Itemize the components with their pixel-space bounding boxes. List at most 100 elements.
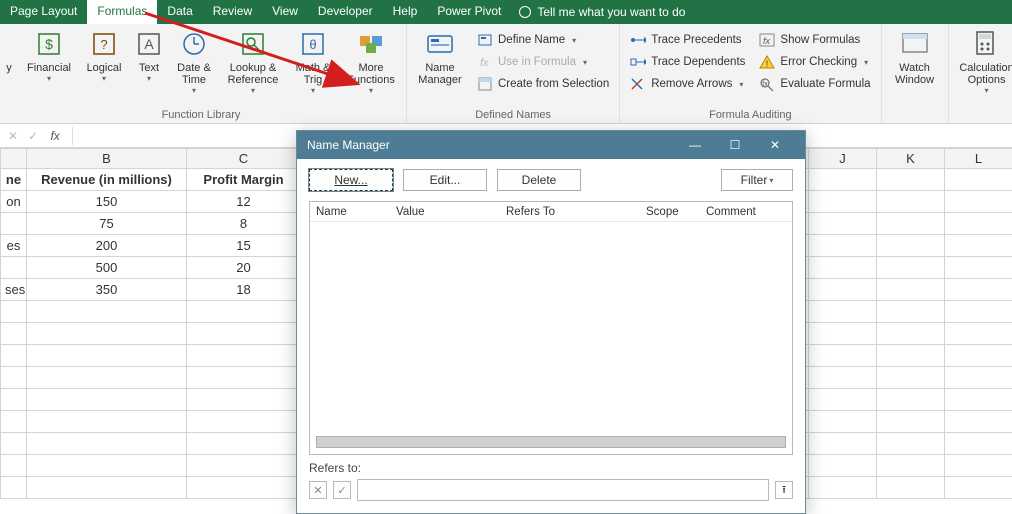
cell[interactable] <box>1 213 27 235</box>
cell[interactable] <box>945 257 1012 279</box>
col-refers[interactable]: Refers To <box>500 206 640 218</box>
tab-developer[interactable]: Developer <box>308 0 383 24</box>
remove-arrows-button[interactable]: Remove Arrows ▾ <box>626 74 749 94</box>
delete-button[interactable]: Delete <box>497 169 581 191</box>
tab-formulas[interactable]: Formulas <box>87 0 157 24</box>
text-button[interactable]: A Text ▾ <box>132 26 166 84</box>
cell[interactable]: 75 <box>27 213 187 235</box>
dialog-titlebar[interactable]: Name Manager — ☐ ✕ <box>297 131 805 159</box>
cell[interactable] <box>945 389 1012 411</box>
date-time-button[interactable]: Date & Time ▾ <box>172 26 216 96</box>
calculation-options-button[interactable]: Calculation Options ▾ <box>955 26 1012 96</box>
cell[interactable] <box>1 477 27 499</box>
cell[interactable] <box>945 169 1012 191</box>
edit-button[interactable]: Edit... <box>403 169 487 191</box>
logical-button[interactable]: ? Logical ▾ <box>82 26 126 84</box>
col-value[interactable]: Value <box>390 206 500 218</box>
tab-page-layout[interactable]: Page Layout <box>0 0 87 24</box>
use-in-formula-button[interactable]: fx Use in Formula ▾ <box>473 52 613 72</box>
error-checking-button[interactable]: ! Error Checking ▾ <box>755 52 874 72</box>
cell[interactable] <box>877 235 945 257</box>
maximize-icon[interactable]: ☐ <box>715 131 755 159</box>
cell[interactable] <box>877 169 945 191</box>
fx-icon[interactable]: fx <box>48 129 62 143</box>
cell[interactable] <box>1 257 27 279</box>
cell[interactable] <box>1 345 27 367</box>
cell[interactable] <box>187 477 301 499</box>
cell[interactable] <box>877 433 945 455</box>
cell[interactable] <box>187 323 301 345</box>
cell[interactable] <box>809 279 877 301</box>
cell[interactable] <box>809 213 877 235</box>
cell[interactable] <box>809 367 877 389</box>
tab-data[interactable]: Data <box>157 0 202 24</box>
cell[interactable]: ses <box>1 279 27 301</box>
cell[interactable] <box>809 411 877 433</box>
cell[interactable] <box>945 411 1012 433</box>
more-functions-button[interactable]: More Functions ▾ <box>342 26 400 96</box>
cell[interactable]: 500 <box>27 257 187 279</box>
cell[interactable] <box>877 367 945 389</box>
tab-power-pivot[interactable]: Power Pivot <box>427 0 511 24</box>
math-trig-button[interactable]: θ Math & Trig ▾ <box>290 26 336 96</box>
collapse-dialog-icon[interactable]: ⭱ <box>775 481 793 499</box>
define-name-button[interactable]: Define Name ▾ <box>473 30 613 50</box>
cell[interactable] <box>877 279 945 301</box>
filter-button[interactable]: Filter ▾ <box>721 169 793 191</box>
cell[interactable] <box>877 257 945 279</box>
cell[interactable] <box>27 411 187 433</box>
cancel-icon[interactable]: ✕ <box>8 129 18 143</box>
cell[interactable] <box>945 433 1012 455</box>
cell[interactable] <box>27 301 187 323</box>
cell[interactable]: Profit Margin <box>187 169 301 191</box>
cell[interactable]: 12 <box>187 191 301 213</box>
col-header[interactable] <box>1 149 27 169</box>
cell[interactable] <box>945 235 1012 257</box>
cell[interactable] <box>877 345 945 367</box>
cell[interactable] <box>945 455 1012 477</box>
cell[interactable] <box>809 433 877 455</box>
tab-help[interactable]: Help <box>383 0 428 24</box>
col-name[interactable]: Name <box>310 206 390 218</box>
cell[interactable] <box>877 191 945 213</box>
cell[interactable] <box>945 323 1012 345</box>
refers-to-input[interactable] <box>357 479 769 501</box>
cell[interactable] <box>187 433 301 455</box>
cell[interactable]: 8 <box>187 213 301 235</box>
cell[interactable]: ne <box>1 169 27 191</box>
cell[interactable] <box>945 345 1012 367</box>
cell[interactable] <box>877 411 945 433</box>
cell[interactable] <box>877 323 945 345</box>
cell[interactable] <box>1 411 27 433</box>
cell[interactable] <box>809 191 877 213</box>
cell[interactable] <box>1 323 27 345</box>
cell[interactable] <box>1 301 27 323</box>
col-header-j[interactable]: J <box>809 149 877 169</box>
cell[interactable]: 200 <box>27 235 187 257</box>
col-scope[interactable]: Scope <box>640 206 700 218</box>
cell[interactable]: es <box>1 235 27 257</box>
horizontal-scrollbar[interactable] <box>316 436 786 448</box>
cell[interactable] <box>809 477 877 499</box>
col-header-c[interactable]: C <box>187 149 301 169</box>
cell[interactable] <box>27 433 187 455</box>
name-list[interactable]: Name Value Refers To Scope Comment <box>309 201 793 455</box>
refers-cancel-icon[interactable]: ✕ <box>309 481 327 499</box>
cell[interactable] <box>945 367 1012 389</box>
cell[interactable] <box>1 455 27 477</box>
cell[interactable] <box>877 301 945 323</box>
col-header-l[interactable]: L <box>945 149 1012 169</box>
new-button[interactable]: New... <box>309 169 393 191</box>
col-header-b[interactable]: B <box>27 149 187 169</box>
col-header-k[interactable]: K <box>877 149 945 169</box>
cell[interactable] <box>877 477 945 499</box>
cell[interactable] <box>1 367 27 389</box>
enter-icon[interactable]: ✓ <box>28 129 38 143</box>
cell[interactable] <box>27 389 187 411</box>
cell[interactable]: Revenue (in millions) <box>27 169 187 191</box>
cell[interactable] <box>187 455 301 477</box>
cell[interactable] <box>809 257 877 279</box>
cell[interactable] <box>809 389 877 411</box>
lookup-reference-button[interactable]: Lookup & Reference ▾ <box>222 26 284 96</box>
cell[interactable] <box>945 191 1012 213</box>
